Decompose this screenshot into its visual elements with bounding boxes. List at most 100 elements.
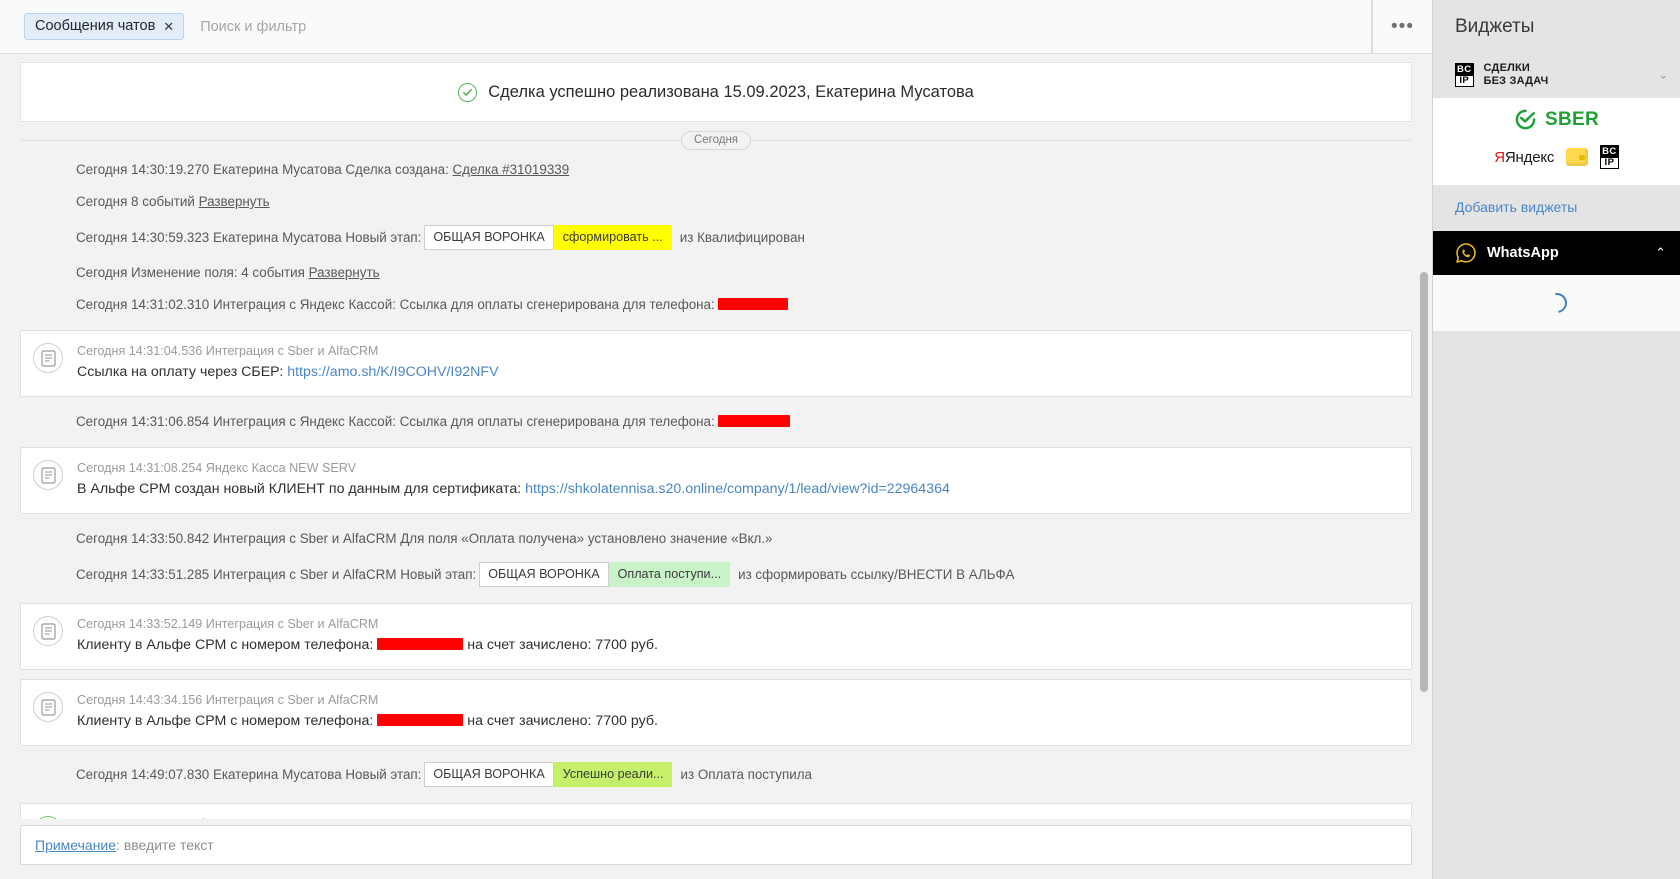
redacted-phone [718,298,789,310]
pipeline-badge: ОБЩАЯ ВОРОНКА [424,225,554,250]
event-text: Сегодня 8 событий [76,194,199,209]
note-card-body: В Альфе СРМ создан новый КЛИЕНТ по данны… [77,479,1395,499]
expand-link[interactable]: Развернуть [199,194,270,209]
banner-wrapper: Сделка успешно реализована 15.09.2023, Е… [0,54,1432,122]
feed-event-deal-created: Сегодня 14:30:19.270 Екатерина Мусатова … [20,154,1412,186]
widget-sber[interactable]: SBER [1433,98,1680,139]
more-options-button[interactable]: ••• [1372,0,1432,53]
whatsapp-label: WhatsApp [1487,245,1559,261]
pipeline-badge: ОБЩАЯ ВОРОНКА [424,762,554,787]
redacted-phone [377,714,464,726]
event-text: Сегодня 14:31:02.310 Интеграция с Яндекс… [76,297,715,312]
widget-label-line2: БЕЗ ЗАДАЧ [1483,75,1549,87]
feed-scrollbar[interactable] [1420,272,1428,692]
feed-event-collapsed-group: Сегодня 8 событий Развернуть [20,186,1412,218]
redacted-phone [718,415,791,427]
note-body-text: Клиенту в Альфе СРМ с номером телефона: [77,713,378,729]
feed-event-stage-change-payment: Сегодня 14:33:51.285 Интеграция с Sber и… [20,555,1412,594]
day-separator-label: Сегодня [680,130,752,150]
note-document-icon [33,343,63,373]
search-input[interactable]: Поиск и фильтр [200,19,306,35]
close-icon[interactable]: ✕ [163,20,174,33]
event-text: Сегодня Изменение поля: 4 события [76,265,309,280]
event-text: Сегодня 14:30:59.323 Екатерина Мусатова … [76,230,422,245]
note-card-meta: Сегодня 14:43:34.156 Интеграция с Sber и… [77,693,379,707]
feed-event-stage-change-won: Сегодня 14:49:07.830 Екатерина Мусатова … [20,755,1412,794]
widget-yandex[interactable]: ЯЯндекс BC IP [1433,139,1680,185]
day-separator: Сегодня [20,126,1412,154]
task-card-meta: Сегодня 14:49 От Робот для Екатерина Мус… [77,816,1395,819]
note-input-label[interactable]: Примечание [35,837,116,853]
note-body-suffix: на счет зачислено: 7700 руб. [463,713,658,729]
note-card-deposit-2: Сегодня 14:43:34.156 Интеграция с Sber и… [20,679,1412,746]
stage-badge: Оплата поступи... [608,562,731,587]
check-circle-icon [33,816,63,819]
pipeline-badge: ОБЩАЯ ВОРОНКА [479,562,609,587]
sber-logo [1515,109,1536,130]
note-input[interactable]: Примечание: введите текст [20,825,1412,865]
feed-event-stage-change: Сегодня 14:30:59.323 Екатерина Мусатова … [20,218,1412,257]
event-text-suffix: из сформировать ссылку/ВНЕСТИ В АЛЬФА [738,567,1015,582]
note-card-meta: Сегодня 14:33:52.149 Интеграция с Sber и… [77,617,379,631]
filter-chip-chat-messages[interactable]: Сообщения чатов ✕ [24,12,185,41]
note-card-body: Клиенту в Альфе СРМ с номером телефона: … [77,711,1395,731]
stage-badge: Успешно реали... [553,762,673,787]
yandex-label: Яндекс [1504,148,1555,166]
feed-event-field-change-group: Сегодня Изменение поля: 4 события Развер… [20,257,1412,289]
whatsapp-widget-body [1433,275,1680,331]
add-widgets-link[interactable]: Добавить виджеты [1433,185,1680,231]
expand-link[interactable]: Развернуть [309,265,380,280]
feed-event-payment-field-set: Сегодня 14:33:50.842 Интеграция с Sber и… [20,523,1412,555]
event-text: Сегодня 14:33:51.285 Интеграция с Sber и… [76,567,477,582]
main-column: Сообщения чатов ✕ Поиск и фильтр ••• Сде… [0,0,1432,879]
note-card-deposit-1: Сегодня 14:33:52.149 Интеграция с Sber и… [20,603,1412,670]
bc-ip-logo: BC IP [1600,145,1619,169]
filter-chip-label: Сообщения чатов [35,17,156,34]
widget-label-line1: СДЕЛКИ [1483,62,1531,74]
note-document-icon [33,692,63,722]
widgets-panel: Виджеты BC IP СДЕЛКИ БЕЗ ЗАДАЧ ⌄ SBER ЯЯн… [1432,0,1680,879]
chevron-down-icon[interactable]: ⌄ [1659,69,1668,82]
note-card-body: Ссылка на оплату через СБЕР: https://amo… [77,362,1395,382]
deal-number-link[interactable]: Сделка #31019339 [453,162,570,177]
yandex-logo: ЯЯндекс [1494,148,1555,166]
feed-event-yandex-kassa-link-2: Сегодня 14:31:06.854 Интеграция с Яндекс… [20,406,1412,438]
check-circle-icon [458,82,478,102]
note-card-alfa-client: Сегодня 14:31:08.254 Яндекс Касса NEW SE… [20,447,1412,514]
task-card-completed: Сегодня 14:49 От Робот для Екатерина Мус… [20,803,1412,819]
note-input-placeholder: : введите текст [116,837,214,853]
wallet-icon [1566,148,1589,166]
event-text: Сегодня 14:30:19.270 Екатерина Мусатова … [76,162,453,177]
sber-payment-link[interactable]: https://amo.sh/K/I9COHV/I92NFV [287,364,498,380]
event-text-suffix: из Квалифицирован [679,230,805,245]
events-feed[interactable]: Сегодня Сегодня 14:30:19.270 Екатерина М… [0,122,1432,819]
chevron-up-icon[interactable]: ⌃ [1655,245,1666,261]
widget-whatsapp-header[interactable]: WhatsApp ⌃ [1433,231,1680,275]
event-text: Сегодня 14:49:07.830 Екатерина Мусатова … [76,767,422,782]
note-document-icon [33,616,63,646]
note-body-text: Клиенту в Альфе СРМ с номером телефона: [77,637,378,653]
event-text: Сегодня 14:31:06.854 Интеграция с Яндекс… [76,414,715,429]
note-card-meta: Сегодня 14:31:08.254 Яндекс Касса NEW SE… [77,461,357,475]
widgets-panel-empty-area [1433,331,1680,879]
filter-bar: Сообщения чатов ✕ Поиск и фильтр ••• [0,0,1432,54]
note-input-wrapper: Примечание: введите текст [0,819,1432,879]
note-body-suffix: на счет зачислено: 7700 руб. [463,637,658,653]
widget-deals-without-tasks[interactable]: BC IP СДЕЛКИ БЕЗ ЗАДАЧ ⌄ [1433,52,1680,98]
redacted-phone [377,638,464,650]
sber-label: SBER [1545,108,1599,130]
note-document-icon [33,460,63,490]
whatsapp-icon [1456,243,1476,263]
alfa-crm-lead-link[interactable]: https://shkolatennisa.s20.online/company… [525,481,950,497]
event-text: Сегодня 14:33:50.842 Интеграция с Sber и… [76,531,773,546]
widgets-panel-title: Виджеты [1455,16,1535,37]
note-card-sber-link: Сегодня 14:31:04.536 Интеграция с Sber и… [20,330,1412,397]
feed-event-yandex-kassa-link: Сегодня 14:31:02.310 Интеграция с Яндекс… [20,289,1412,321]
event-text-suffix: из Оплата поступила [680,767,812,782]
loading-spinner-icon [1542,289,1571,317]
crm-deal-feed-screen: Сообщения чатов ✕ Поиск и фильтр ••• Сде… [0,0,1680,879]
note-card-meta: Сегодня 14:31:04.536 Интеграция с Sber и… [77,344,379,358]
note-body-text: В Альфе СРМ создан новый КЛИЕНТ по данны… [77,481,526,497]
banner-text: Сделка успешно реализована 15.09.2023, Е… [488,82,974,101]
note-card-body: Клиенту в Альфе СРМ с номером телефона: … [77,635,1395,655]
